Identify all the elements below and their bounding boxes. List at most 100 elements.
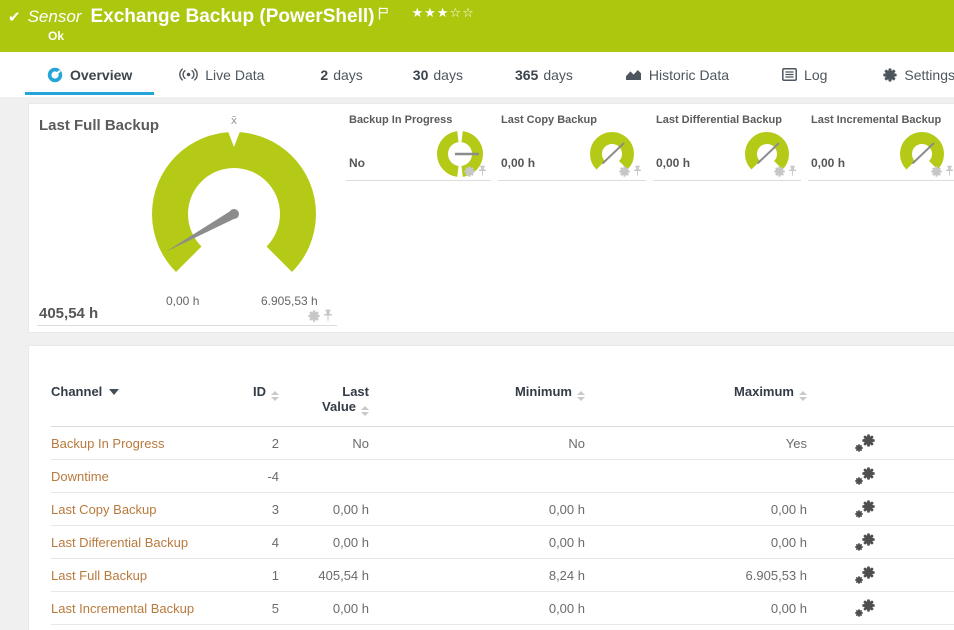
channel-maximum: 0,00 h <box>585 601 807 616</box>
log-list-icon <box>782 68 797 81</box>
channel-value: 0,00 h <box>501 156 535 170</box>
channel-maximum: 0,00 h <box>585 502 807 517</box>
gauges-card: Last Full Backup x̄ 0,00 h 6.905,53 h 40… <box>28 103 954 333</box>
gauge-min-label: 0,00 h <box>166 294 199 308</box>
tab-live-data[interactable]: Live Data <box>179 52 264 97</box>
tab-label: Log <box>804 67 827 83</box>
channel-link[interactable]: Backup In Progress <box>51 436 164 451</box>
tab-label: days <box>543 67 573 83</box>
panel-pin-icon[interactable] <box>788 165 797 177</box>
broadcast-icon <box>179 68 198 81</box>
priority-stars[interactable]: ★★★☆☆ <box>411 6 474 22</box>
channel-id: 5 <box>221 601 279 616</box>
priority-flag-icon[interactable] <box>378 7 389 25</box>
column-header-id[interactable]: ID <box>221 384 279 401</box>
sensor-title: Exchange Backup (PowerShell) <box>90 6 374 28</box>
channel-id: 2 <box>221 436 279 451</box>
panel-pin-icon[interactable] <box>945 165 954 177</box>
panel-pin-icon[interactable] <box>633 165 642 177</box>
prtg-sensor-page: ✔ Sensor Exchange Backup (PowerShell) ★★… <box>0 0 954 630</box>
average-marker: x̄ <box>231 114 238 127</box>
table-row: Last Differential Backup 4 0,00 h 0,00 h… <box>51 526 954 559</box>
table-row: Downtime -4 <box>51 460 954 493</box>
sort-icon <box>577 391 585 401</box>
channel-id: 1 <box>221 568 279 583</box>
channel-minimum: No <box>369 436 585 451</box>
tab-label: Historic Data <box>649 67 729 83</box>
panel-title: Last Copy Backup <box>501 114 597 126</box>
panel-gear-icon[interactable] <box>308 310 320 322</box>
channel-settings-icon[interactable] <box>855 434 875 452</box>
channel-maximum: Yes <box>585 436 807 451</box>
panel-pin-icon[interactable] <box>323 309 333 322</box>
channel-minimum: 0,00 h <box>369 535 585 550</box>
tab-settings[interactable]: Settings <box>883 52 954 97</box>
tab-overview[interactable]: Overview <box>25 52 154 97</box>
channel-value: 0,00 h <box>656 156 690 170</box>
tab-label: days <box>433 67 463 83</box>
column-header-minimum[interactable]: Minimum <box>369 384 585 401</box>
channel-last-value: 405,54 h <box>279 568 369 583</box>
column-header-channel[interactable]: Channel <box>51 384 221 399</box>
tab-label: Overview <box>70 67 132 83</box>
channel-settings-icon[interactable] <box>855 566 875 584</box>
channel-last-value: 0,00 h <box>279 502 369 517</box>
panel-gear-icon[interactable] <box>464 166 475 177</box>
channel-maximum: 0,00 h <box>585 535 807 550</box>
table-row: Last Copy Backup 3 0,00 h 0,00 h 0,00 h <box>51 493 954 526</box>
panel-gear-icon[interactable] <box>931 166 942 177</box>
channel-id: 3 <box>221 502 279 517</box>
panel-gear-icon[interactable] <box>619 166 630 177</box>
panel-gear-icon[interactable] <box>774 166 785 177</box>
status-check-icon: ✔ <box>8 6 21 28</box>
channel-settings-icon[interactable] <box>855 533 875 551</box>
tab-log[interactable]: Log <box>782 52 827 97</box>
object-kind-label: Sensor <box>28 6 82 28</box>
channel-last-value: 0,00 h <box>279 601 369 616</box>
gear-icon <box>883 68 897 82</box>
sort-desc-icon <box>109 389 119 395</box>
channel-minimum: 0,00 h <box>369 502 585 517</box>
panel-pin-icon[interactable] <box>478 165 487 177</box>
tab-365-days[interactable]: 365 days <box>515 52 573 97</box>
table-header-row: Channel ID Last Value Minimum Maximum <box>51 384 954 427</box>
channel-link[interactable]: Last Differential Backup <box>51 535 188 550</box>
channel-link[interactable]: Last Incremental Backup <box>51 601 194 616</box>
table-row: Last Full Backup 1 405,54 h 8,24 h 6.905… <box>51 559 954 592</box>
gauge-icon <box>47 67 63 83</box>
sort-icon <box>271 391 279 401</box>
tab-number: 2 <box>320 67 328 83</box>
panel-last-incremental-backup: Last Incremental Backup 0,00 h <box>808 104 954 181</box>
panel-backup-in-progress: Backup In Progress No <box>346 104 491 181</box>
tab-number: 30 <box>413 67 429 83</box>
tab-label: days <box>333 67 363 83</box>
tab-historic-data[interactable]: Historic Data <box>625 52 729 97</box>
gauge-max-label: 6.905,53 h <box>261 294 318 308</box>
panel-last-differential-backup: Last Differential Backup 0,00 h <box>653 104 801 181</box>
panel-last-copy-backup: Last Copy Backup 0,00 h <box>498 104 646 181</box>
area-chart-icon <box>625 68 642 81</box>
table-row: Last Incremental Backup 5 0,00 h 0,00 h … <box>51 592 954 625</box>
channel-link[interactable]: Last Copy Backup <box>51 502 157 517</box>
tab-label: Settings <box>904 67 954 83</box>
panel-title: Backup In Progress <box>349 114 452 126</box>
channels-table: Channel ID Last Value Minimum Maximum <box>29 384 954 625</box>
channel-value: 405,54 h <box>39 305 98 322</box>
channel-id: -4 <box>221 469 279 484</box>
channel-link[interactable]: Last Full Backup <box>51 568 147 583</box>
channel-minimum: 0,00 h <box>369 601 585 616</box>
channel-last-value: No <box>279 436 369 451</box>
tab-2-days[interactable]: 2 days <box>320 52 362 97</box>
column-header-maximum[interactable]: Maximum <box>585 384 807 401</box>
tab-bar: Overview Live Data 2 days 30 days 365 da… <box>0 52 954 97</box>
channel-settings-icon[interactable] <box>855 599 875 617</box>
tab-30-days[interactable]: 30 days <box>413 52 463 97</box>
channel-minimum: 8,24 h <box>369 568 585 583</box>
column-header-last-value[interactable]: Last Value <box>279 384 369 416</box>
sort-icon <box>799 391 807 401</box>
channel-settings-icon[interactable] <box>855 467 875 485</box>
tab-number: 365 <box>515 67 538 83</box>
channel-settings-icon[interactable] <box>855 500 875 518</box>
channel-last-value: 0,00 h <box>279 535 369 550</box>
channel-link[interactable]: Downtime <box>51 469 109 484</box>
